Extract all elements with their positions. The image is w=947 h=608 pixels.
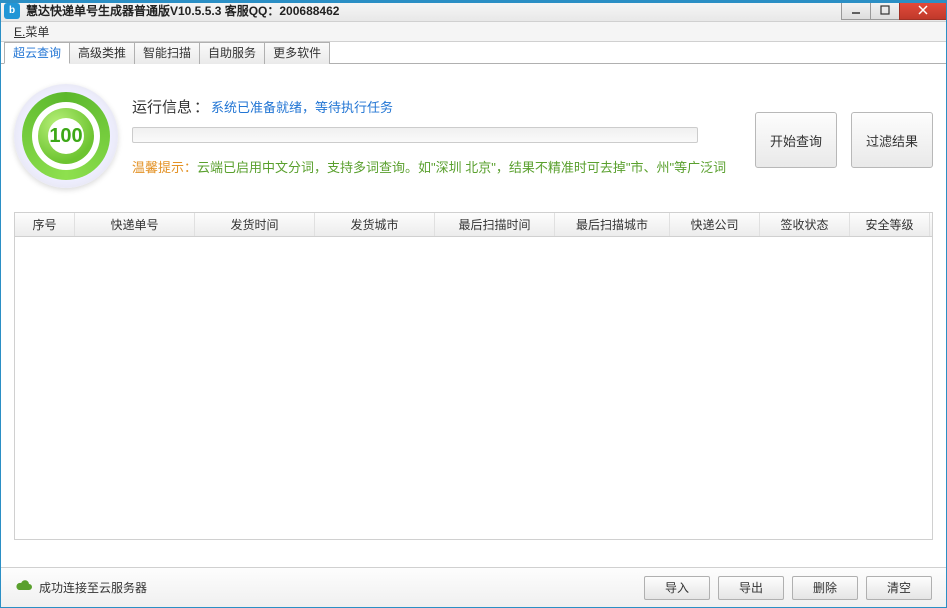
connection-status: 成功连接至云服务器 [39, 579, 644, 596]
clear-button[interactable]: 清空 [866, 576, 932, 600]
column-header[interactable]: 序号 [15, 213, 75, 236]
column-header[interactable]: 发货城市 [315, 213, 435, 236]
footer: 成功连接至云服务器 导入 导出 删除 清空 [1, 567, 946, 607]
column-header[interactable]: 发货时间 [195, 213, 315, 236]
window-controls [842, 0, 947, 20]
column-header[interactable]: 最后扫描时间 [435, 213, 555, 236]
tab-row: 超云查询 高级类推 智能扫描 自助服务 更多软件 [0, 42, 947, 64]
tab-cloud-query[interactable]: 超云查询 [4, 42, 70, 64]
hint-text: 温馨提示：云端已启用中文分词，支持多词查询。如"深圳 北京"，结果不精准时可去掉… [132, 157, 741, 176]
menubar: E.菜单 [0, 22, 947, 42]
runinfo-label: 运行信息 [132, 99, 192, 116]
cloud-icon [15, 578, 33, 597]
column-header[interactable]: 安全等级 [850, 213, 930, 236]
gauge-value: 100 [49, 125, 82, 148]
app-icon: b [4, 3, 20, 19]
delete-button[interactable]: 删除 [792, 576, 858, 600]
tab-advanced[interactable]: 高级类推 [69, 42, 135, 64]
gauge-meter: 100 [14, 84, 118, 188]
menu-item[interactable]: E.菜单 [14, 23, 49, 40]
runinfo-message: 系统已准备就绪，等待执行任务 [211, 100, 393, 115]
start-query-button[interactable]: 开始查询 [755, 112, 837, 168]
column-header[interactable]: 快递公司 [670, 213, 760, 236]
import-button[interactable]: 导入 [644, 576, 710, 600]
tab-smart-scan[interactable]: 智能扫描 [134, 42, 200, 64]
window-title: 慧达快递单号生成器普通版V10.5.5.3 客服QQ：200688462 [26, 2, 339, 19]
export-button[interactable]: 导出 [718, 576, 784, 600]
progress-bar [132, 127, 698, 143]
titlebar: b 慧达快递单号生成器普通版V10.5.5.3 客服QQ：200688462 [0, 0, 947, 22]
filter-results-button[interactable]: 过滤结果 [851, 112, 933, 168]
column-header[interactable]: 签收状态 [760, 213, 850, 236]
table-body[interactable] [15, 237, 932, 539]
results-table: 序号快递单号发货时间发货城市最后扫描时间最后扫描城市快递公司签收状态安全等级 [14, 212, 933, 540]
minimize-button[interactable] [841, 0, 871, 20]
column-header[interactable]: 最后扫描城市 [555, 213, 670, 236]
close-button[interactable] [899, 0, 947, 20]
tab-more-software[interactable]: 更多软件 [264, 42, 330, 64]
column-header[interactable]: 快递单号 [75, 213, 195, 236]
maximize-button[interactable] [870, 0, 900, 20]
tab-self-service[interactable]: 自助服务 [199, 42, 265, 64]
